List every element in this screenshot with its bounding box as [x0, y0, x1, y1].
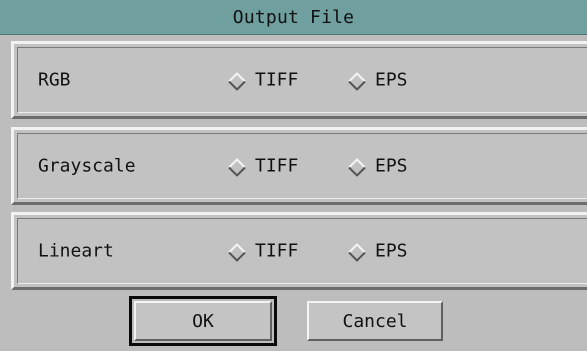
diamond-radio-icon	[348, 243, 366, 261]
dialog-titlebar[interactable]: Output File	[0, 0, 587, 35]
dialog-title: Output File	[232, 6, 355, 28]
grayscale-tiff-radio[interactable]: TIFF	[228, 156, 298, 177]
grayscale-eps-radio[interactable]: EPS	[348, 156, 408, 177]
lineart-tiff-label: TIFF	[255, 240, 299, 262]
cancel-button-label: Cancel	[342, 310, 408, 332]
lineart-format-group: Lineart TIFF EPS	[11, 212, 587, 290]
diamond-radio-icon	[228, 158, 246, 176]
grayscale-format-group: Grayscale TIFF EPS	[11, 127, 587, 205]
rgb-tiff-radio[interactable]: TIFF	[228, 70, 298, 91]
ok-button-label: OK	[192, 310, 214, 332]
output-file-dialog: Output File RGB TIFF EPS Grayscale TIFF …	[0, 0, 587, 351]
rgb-format-group: RGB TIFF EPS	[11, 41, 587, 119]
ok-button[interactable]: OK	[134, 301, 272, 341]
diamond-radio-icon	[228, 72, 246, 90]
diamond-radio-icon	[348, 72, 366, 90]
lineart-label: Lineart	[38, 240, 114, 262]
grayscale-label: Grayscale	[38, 155, 136, 177]
rgb-label: RGB	[38, 69, 71, 91]
rgb-tiff-label: TIFF	[255, 69, 299, 91]
diamond-radio-icon	[348, 158, 366, 176]
diamond-radio-icon	[228, 243, 246, 261]
cancel-button[interactable]: Cancel	[307, 301, 443, 341]
grayscale-eps-label: EPS	[375, 155, 408, 177]
lineart-eps-radio[interactable]: EPS	[348, 241, 408, 262]
grayscale-tiff-label: TIFF	[255, 155, 299, 177]
lineart-eps-label: EPS	[375, 240, 408, 262]
rgb-eps-label: EPS	[375, 69, 408, 91]
rgb-eps-radio[interactable]: EPS	[348, 70, 408, 91]
lineart-tiff-radio[interactable]: TIFF	[228, 241, 298, 262]
